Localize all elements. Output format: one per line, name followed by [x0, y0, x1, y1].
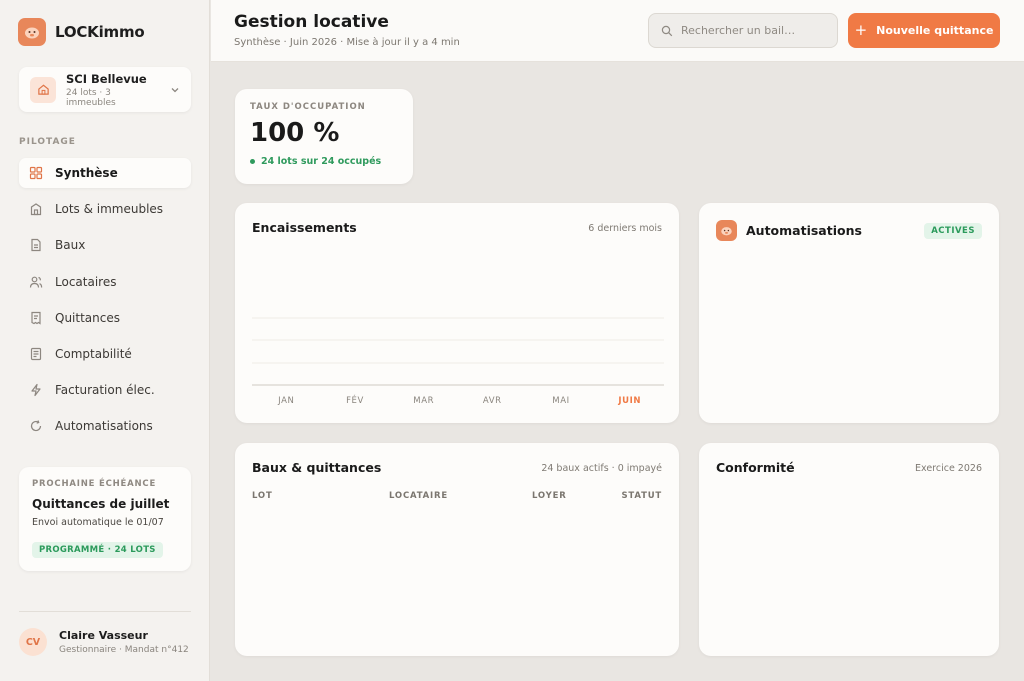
status-badge: PROGRAMMÉ · 24 LOTS	[32, 542, 163, 558]
collections-title: Encaissements	[252, 220, 357, 235]
sidebar-item-automatisations[interactable]: Automatisations	[19, 411, 191, 441]
sidebar-item-label: Facturation élec.	[55, 383, 155, 398]
sidebar: LOCKimmo SCI Bellevue 24 lots · 3 immeub…	[0, 0, 210, 681]
month-label: JUIN	[617, 396, 641, 406]
occupancy-value: 100 %	[250, 118, 340, 148]
page-title: Gestion locative	[234, 12, 389, 32]
avatar: CV	[19, 628, 47, 656]
leases-title: Baux & quittances	[252, 460, 382, 475]
search-input[interactable]	[681, 24, 821, 37]
leases-summary: 24 baux actifs · 0 impayé	[541, 463, 662, 474]
sidebar-item-label: Lots & immeubles	[55, 202, 164, 217]
grid-icon	[29, 166, 43, 180]
building-icon	[30, 203, 42, 216]
next-due-card[interactable]: PROCHAINE ÉCHÉANCE Quittances de juillet…	[19, 467, 191, 571]
chevron-down-icon	[171, 87, 179, 92]
automations-card: Automatisations ACTIVES	[699, 203, 999, 423]
piggy-bank-icon	[716, 220, 737, 241]
collections-card: Encaissements 6 derniers mois JAN FÉV MAR A…	[235, 203, 679, 423]
column-header-loyer[interactable]: LOYER	[532, 491, 567, 501]
search-icon	[661, 25, 673, 36]
next-due-description: Envoi automatique le 01/07	[32, 517, 164, 528]
sidebar-item-label: Comptabilité	[55, 346, 132, 361]
month-label: JAN	[277, 396, 294, 406]
sidebar-item-locataires[interactable]: Locataires	[19, 267, 191, 297]
next-due-title: Quittances de juillet	[32, 497, 170, 511]
sidebar-item-quittances[interactable]: Quittances	[19, 303, 191, 333]
status-badge: ACTIVES	[924, 223, 982, 239]
occupancy-label: TAUX D'OCCUPATION	[250, 102, 366, 112]
month-label: MAI	[552, 396, 569, 406]
piggy-bank-icon	[18, 18, 46, 46]
house-icon	[30, 76, 56, 103]
status-dot-icon	[250, 159, 255, 164]
sidebar-item-comptabilite[interactable]: Comptabilité	[19, 339, 191, 369]
organization-switcher[interactable]: SCI Bellevue 24 lots · 3 immeubles	[19, 67, 191, 112]
compliance-title: Conformité	[716, 460, 795, 475]
compliance-card: Conformité Exercice 2026	[699, 443, 999, 656]
divider	[19, 611, 191, 612]
collections-chart: JAN FÉV MAR AVR MAI JUIN	[252, 317, 664, 406]
sidebar-nav: Synthèse Lots & immeubles Baux Locataire…	[19, 158, 191, 448]
sidebar-item-baux[interactable]: Baux	[19, 230, 191, 260]
sidebar-item-facturation[interactable]: Facturation élec.	[19, 375, 191, 405]
occupancy-note: 24 lots sur 24 occupés	[250, 156, 398, 167]
search-box[interactable]	[648, 13, 838, 48]
leases-card: Baux & quittances 24 baux actifs · 0 imp…	[235, 443, 679, 656]
sidebar-item-label: Baux	[55, 238, 86, 253]
receipt-icon	[31, 311, 41, 325]
sidebar-item-synthese[interactable]: Synthèse	[19, 158, 191, 188]
sidebar-item-label: Automatisations	[55, 419, 153, 434]
occupancy-note-text: 24 lots sur 24 occupés	[261, 156, 382, 167]
nav-section-label: PILOTAGE	[19, 137, 76, 147]
page-header: Gestion locative Synthèse · Juin 2026 · …	[211, 0, 1024, 62]
column-header-statut[interactable]: STATUT	[622, 491, 662, 501]
refresh-icon	[30, 420, 42, 432]
new-receipt-label: Nouvelle quittance	[876, 24, 994, 37]
ledger-icon	[30, 347, 42, 361]
organization-name: SCI Bellevue	[66, 71, 147, 86]
month-label: FÉV	[346, 394, 364, 406]
occupancy-card: TAUX D'OCCUPATION 100 % 24 lots sur 24 o…	[235, 89, 413, 184]
next-due-label: PROCHAINE ÉCHÉANCE	[32, 479, 157, 489]
collections-period: 6 derniers mois	[588, 223, 662, 234]
page-subtitle: Synthèse · Juin 2026 · Mise à jour il y …	[234, 37, 460, 48]
document-icon	[31, 239, 41, 252]
compliance-period: Exercice 2026	[914, 463, 982, 474]
user-role: Gestionnaire · Mandat n°412	[59, 645, 189, 655]
organization-summary: 24 lots · 3 immeubles	[66, 87, 116, 108]
sidebar-item-label: Synthèse	[55, 166, 118, 180]
bolt-icon	[31, 384, 41, 397]
sidebar-item-label: Quittances	[55, 310, 120, 325]
column-header-lot[interactable]: LOT	[252, 491, 273, 501]
column-header-locataire[interactable]: LOCATAIRE	[389, 491, 448, 501]
automations-title: Automatisations	[746, 223, 862, 238]
app-logo[interactable]: LOCKimmo	[18, 18, 145, 46]
user-profile[interactable]: CV Claire Vasseur Gestionnaire · Mandat …	[19, 628, 189, 656]
sidebar-item-lots[interactable]: Lots & immeubles	[19, 194, 191, 224]
plus-icon: +	[854, 21, 868, 39]
new-receipt-button[interactable]: + Nouvelle quittance	[848, 13, 1000, 48]
user-name: Claire Vasseur	[59, 629, 148, 642]
sidebar-item-label: Locataires	[55, 274, 117, 289]
month-label: AVR	[483, 396, 502, 406]
month-label: MAR	[413, 396, 434, 406]
app-name: LOCKimmo	[55, 23, 145, 41]
users-icon	[29, 276, 43, 288]
